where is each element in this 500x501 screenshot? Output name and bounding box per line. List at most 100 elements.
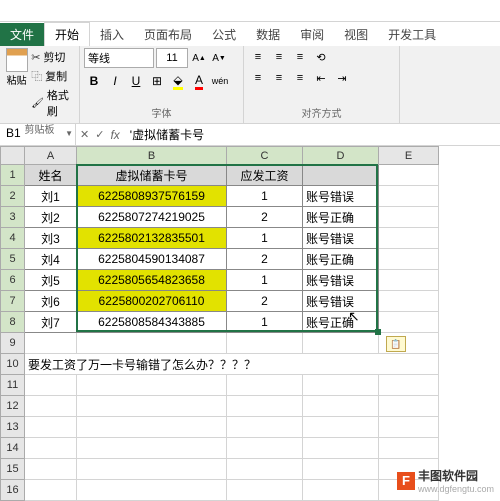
cell[interactable] (227, 375, 303, 396)
smart-tag-button[interactable]: 📋 (386, 336, 406, 352)
cell[interactable]: 刘7 (25, 312, 77, 333)
row-header[interactable]: 4 (1, 228, 25, 249)
spreadsheet-grid[interactable]: ABCDE 1姓名虚拟储蓄卡号应发工资2刘162258089375761591账… (0, 146, 500, 501)
cell[interactable] (77, 396, 227, 417)
cell[interactable] (379, 228, 439, 249)
tab-dev[interactable]: 开发工具 (378, 23, 446, 46)
indent-decrease-button[interactable]: ⇤ (311, 69, 331, 87)
cell[interactable] (303, 459, 379, 480)
row-header[interactable]: 5 (1, 249, 25, 270)
formula-input[interactable] (124, 124, 500, 145)
cell[interactable] (227, 480, 303, 501)
cell[interactable] (77, 375, 227, 396)
cell[interactable] (25, 438, 77, 459)
col-header-e[interactable]: E (379, 147, 439, 165)
cell[interactable]: 刘3 (25, 228, 77, 249)
cell[interactable] (379, 375, 439, 396)
cell[interactable] (77, 333, 227, 354)
row-header[interactable]: 1 (1, 165, 25, 186)
cell[interactable] (25, 480, 77, 501)
cell[interactable]: 账号错误 (303, 228, 379, 249)
fx-button[interactable]: fx (110, 128, 119, 142)
cell[interactable]: 刘1 (25, 186, 77, 207)
row-header[interactable]: 14 (1, 438, 25, 459)
align-middle-button[interactable]: ≡ (269, 48, 289, 66)
cell[interactable]: 刘5 (25, 270, 77, 291)
cell[interactable]: 1 (227, 186, 303, 207)
cell[interactable]: 6225804590134087 (77, 249, 227, 270)
cell[interactable] (227, 438, 303, 459)
tab-insert[interactable]: 插入 (90, 23, 134, 46)
cell[interactable] (77, 417, 227, 438)
cell[interactable] (25, 333, 77, 354)
row-header[interactable]: 16 (1, 480, 25, 501)
cell[interactable]: 刘2 (25, 207, 77, 228)
cell[interactable] (77, 438, 227, 459)
cell[interactable]: 6225802132835501 (77, 228, 227, 249)
cell[interactable]: 账号正确 (303, 249, 379, 270)
chevron-down-icon[interactable]: ▼ (65, 129, 73, 138)
align-top-button[interactable]: ≡ (248, 48, 268, 66)
cell[interactable]: 6225808584343885 (77, 312, 227, 333)
cell[interactable] (379, 438, 439, 459)
select-all-corner[interactable] (1, 147, 25, 165)
increase-font-button[interactable]: A▲ (190, 48, 208, 68)
cell[interactable]: 账号错误 (303, 291, 379, 312)
tab-home[interactable]: 开始 (44, 22, 90, 46)
tab-view[interactable]: 视图 (334, 23, 378, 46)
cell[interactable] (379, 249, 439, 270)
tab-layout[interactable]: 页面布局 (134, 23, 202, 46)
cell[interactable] (303, 480, 379, 501)
cell[interactable]: 6225805654823658 (77, 270, 227, 291)
italic-button[interactable]: I (105, 71, 125, 91)
font-size-select[interactable] (156, 48, 188, 68)
cell[interactable]: 刘6 (25, 291, 77, 312)
cell[interactable] (379, 291, 439, 312)
cell[interactable]: 1 (227, 312, 303, 333)
tab-data[interactable]: 数据 (246, 23, 290, 46)
cell[interactable] (379, 165, 439, 186)
row-header[interactable]: 9 (1, 333, 25, 354)
cell[interactable] (303, 375, 379, 396)
row-header[interactable]: 15 (1, 459, 25, 480)
cell[interactable]: 6225808937576159 (77, 186, 227, 207)
align-center-button[interactable]: ≡ (269, 69, 289, 87)
cell[interactable]: 2 (227, 249, 303, 270)
cell[interactable] (303, 438, 379, 459)
cell[interactable] (379, 207, 439, 228)
cell[interactable]: 6225800202706110 (77, 291, 227, 312)
cell[interactable]: 账号错误 (303, 270, 379, 291)
cell[interactable]: 6225807274219025 (77, 207, 227, 228)
autofill-handle[interactable] (375, 329, 381, 335)
paste-button[interactable]: 粘贴 (4, 48, 29, 120)
row-header[interactable]: 11 (1, 375, 25, 396)
cell[interactable] (77, 480, 227, 501)
row-header[interactable]: 12 (1, 396, 25, 417)
indent-increase-button[interactable]: ⇥ (332, 69, 352, 87)
row-header[interactable]: 13 (1, 417, 25, 438)
col-header-c[interactable]: C (227, 147, 303, 165)
copy-button[interactable]: 复制 (31, 67, 75, 85)
cell[interactable] (227, 396, 303, 417)
orientation-button[interactable]: ⟲ (311, 48, 331, 66)
row-header[interactable]: 10 (1, 354, 25, 375)
border-button[interactable]: ⊞ (147, 71, 167, 91)
tab-file[interactable]: 文件 (0, 23, 44, 46)
cell[interactable] (25, 396, 77, 417)
cell[interactable] (227, 417, 303, 438)
col-header-b[interactable]: B (77, 147, 227, 165)
cell[interactable] (303, 165, 379, 186)
cell[interactable] (379, 396, 439, 417)
tab-formulas[interactable]: 公式 (202, 23, 246, 46)
cell[interactable]: 虚拟储蓄卡号 (77, 165, 227, 186)
cell[interactable] (379, 186, 439, 207)
cell[interactable] (25, 375, 77, 396)
underline-button[interactable]: U (126, 71, 146, 91)
cell[interactable]: 姓名 (25, 165, 77, 186)
fill-color-button[interactable]: ⬙ (168, 71, 188, 91)
tab-review[interactable]: 审阅 (290, 23, 334, 46)
cell[interactable]: 1 (227, 228, 303, 249)
align-right-button[interactable]: ≡ (290, 69, 310, 87)
col-header-d[interactable]: D (303, 147, 379, 165)
cell[interactable] (303, 333, 379, 354)
